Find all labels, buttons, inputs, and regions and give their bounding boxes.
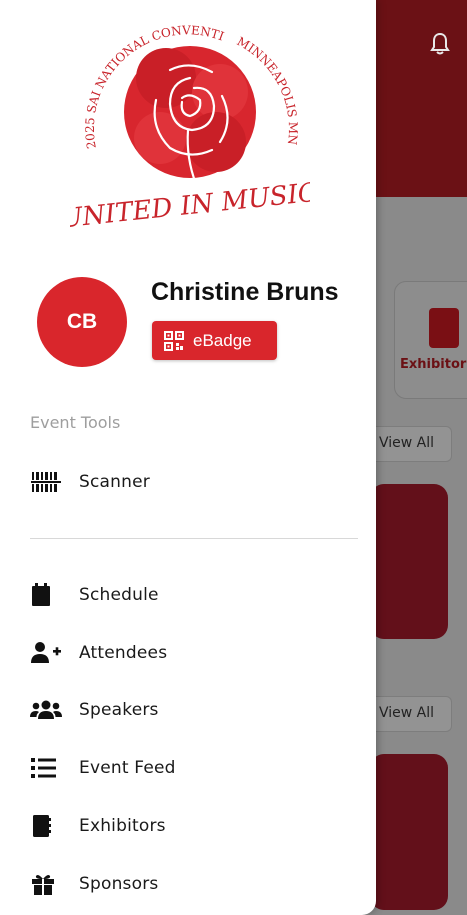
featured-card[interactable] — [370, 484, 448, 639]
event-tools-heading: Event Tools — [30, 413, 121, 432]
menu-item-attendees[interactable]: Attendees — [0, 633, 376, 673]
user-name: Christine Bruns — [151, 278, 339, 306]
menu-item-scanner[interactable]: Scanner — [0, 462, 376, 502]
menu-item-label: Exhibitors — [79, 816, 166, 836]
gift-icon — [32, 875, 54, 895]
qr-code-icon — [164, 330, 184, 351]
menu-item-label: Attendees — [79, 643, 168, 663]
avatar[interactable]: CB — [37, 277, 127, 367]
exhibitors-shortcut-label: Exhibitor — [400, 357, 467, 372]
ebadge-label: eBadge — [193, 330, 252, 350]
barcode-icon — [31, 472, 61, 492]
convention-logo: 2025 SAI NATIONAL CONVENTION MINNEAPOLIS… — [70, 8, 310, 235]
featured-card[interactable] — [370, 754, 448, 910]
logo-bottom-text: UNITED IN MUSIC — [70, 178, 310, 235]
menu-item-label: Speakers — [79, 700, 159, 720]
view-all-button[interactable]: View All — [368, 426, 452, 462]
list-icon — [31, 758, 56, 778]
menu-item-exhibitors[interactable]: Exhibitors — [0, 806, 376, 846]
book-icon — [33, 815, 51, 837]
menu-item-sponsors[interactable]: Sponsors — [0, 864, 376, 904]
menu-item-label: Schedule — [79, 585, 159, 605]
exhibitors-shortcut-card[interactable]: Exhibitor — [394, 281, 467, 399]
bell-icon[interactable] — [430, 32, 450, 56]
view-all-button[interactable]: View All — [368, 696, 452, 732]
menu-item-speakers[interactable]: Speakers — [0, 690, 376, 730]
menu-item-event-feed[interactable]: Event Feed — [0, 748, 376, 788]
menu-item-label: Sponsors — [79, 874, 159, 894]
navigation-drawer: 2025 SAI NATIONAL CONVENTION MINNEAPOLIS… — [0, 0, 376, 915]
menu-item-label: Event Feed — [79, 758, 176, 778]
avatar-initials: CB — [66, 310, 98, 333]
calendar-icon — [32, 583, 50, 606]
book-icon — [429, 308, 459, 348]
user-plus-icon — [31, 642, 61, 663]
menu-item-label: Scanner — [79, 472, 150, 492]
users-icon — [30, 700, 62, 719]
ebadge-button[interactable]: eBadge — [152, 321, 277, 360]
divider — [30, 538, 358, 539]
menu-item-schedule[interactable]: Schedule — [0, 575, 376, 615]
